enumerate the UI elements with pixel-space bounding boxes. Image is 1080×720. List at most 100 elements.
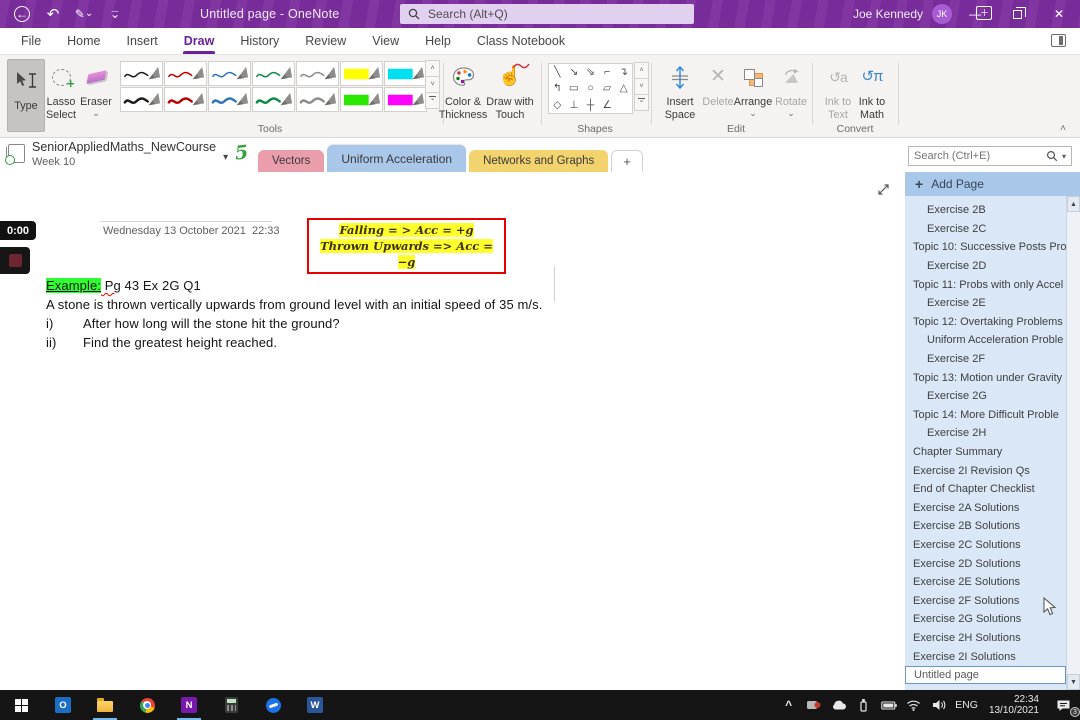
shape-triangle-icon[interactable]: △	[615, 80, 632, 96]
chevron-down-icon[interactable]	[92, 110, 100, 121]
page-item-exercise-2b-solutions[interactable]: Exercise 2B Solutions	[905, 517, 1066, 536]
undo-icon[interactable]	[45, 6, 61, 22]
page-item-exercise-2e-solutions[interactable]: Exercise 2E Solutions	[905, 573, 1066, 592]
pen-swatch-2[interactable]	[208, 61, 251, 86]
page-item-topic-13-motion-under-gravity[interactable]: Topic 13: Motion under Gravity	[905, 368, 1066, 387]
close-button[interactable]: ✕	[1038, 0, 1080, 28]
expand-icon[interactable]	[876, 182, 891, 197]
hidden-icons-chevron[interactable]	[776, 690, 801, 720]
section-tab-networks-and-graphs[interactable]: Networks and Graphs	[469, 150, 609, 172]
minimize-button[interactable]: —	[954, 0, 996, 28]
back-icon[interactable]	[14, 6, 30, 22]
pen-mode-button[interactable]	[76, 6, 92, 22]
chevron-down-icon[interactable]	[1062, 152, 1066, 161]
shape-slope-graph-icon[interactable]: ∠	[599, 97, 616, 113]
shape-cross-axes-icon[interactable]: ┼	[582, 97, 599, 113]
titlebar-search-input[interactable]	[428, 7, 686, 21]
insert-space-button[interactable]: Insert Space	[656, 60, 704, 121]
start-button[interactable]	[0, 690, 42, 720]
draw-with-touch-button[interactable]: Draw with Touch	[480, 60, 540, 121]
titlebar-search[interactable]	[400, 4, 694, 24]
gallery-down-icon[interactable]	[634, 78, 649, 95]
page-item-uniform-acceleration-proble[interactable]: Uniform Acceleration Proble	[905, 331, 1066, 350]
ink-to-math-button[interactable]: Ink to Math	[852, 60, 892, 121]
page-item-exercise-2f[interactable]: Exercise 2F	[905, 350, 1066, 369]
ink-note-box[interactable]: Falling = > Acc = +g Thrown Upwards => A…	[307, 218, 506, 274]
rotate-button[interactable]: Rotate	[772, 60, 810, 120]
eraser-button[interactable]: Eraser	[76, 60, 116, 120]
pen-swatch-7[interactable]	[120, 87, 163, 112]
tab-draw[interactable]: Draw	[171, 28, 228, 54]
scroll-down-icon[interactable]	[1067, 674, 1080, 690]
page-item-topic-12-overtaking-problems[interactable]: Topic 12: Overtaking Problems	[905, 313, 1066, 332]
shape-rectangle-icon[interactable]: ▭	[566, 80, 583, 96]
taskbar-onenote[interactable]: N	[168, 690, 210, 720]
page-item-end-of-chapter-checklist[interactable]: End of Chapter Checklist	[905, 480, 1066, 499]
page-item-exercise-2f-solutions[interactable]: Exercise 2F Solutions	[905, 591, 1066, 610]
page-item-exercise-2b[interactable]: Exercise 2B	[905, 201, 1066, 220]
shape-arrow-icon[interactable]: ↘	[566, 64, 583, 80]
page-item-exercise-2g-solutions[interactable]: Exercise 2G Solutions	[905, 610, 1066, 629]
pen-swatch-1[interactable]	[164, 61, 207, 86]
pen-swatch-9[interactable]	[208, 87, 251, 112]
restore-button[interactable]	[996, 0, 1038, 28]
shape-axes-icon[interactable]: ⊥	[566, 97, 583, 113]
highlighter-swatch-12[interactable]	[340, 87, 383, 112]
add-page-button[interactable]: Add Page	[905, 172, 1080, 196]
taskbar-calculator[interactable]	[210, 690, 252, 720]
device-tray-icon[interactable]	[801, 690, 826, 720]
highlighter-swatch-13[interactable]	[384, 87, 427, 112]
taskbar-chrome[interactable]	[126, 690, 168, 720]
pen-swatch-3[interactable]	[252, 61, 295, 86]
pen-swatch-10[interactable]	[252, 87, 295, 112]
page-item-exercise-2a-solutions[interactable]: Exercise 2A Solutions	[905, 499, 1066, 518]
pen-swatch-11[interactable]	[296, 87, 339, 112]
battery-icon[interactable]	[876, 690, 901, 720]
page-item-topic-10-successive-posts-pro[interactable]: Topic 10: Successive Posts Pro	[905, 238, 1066, 257]
page-item-topic-14-more-difficult-proble[interactable]: Topic 14: More Difficult Proble	[905, 406, 1066, 425]
shape-line-icon[interactable]: ╲	[549, 64, 566, 80]
tab-history[interactable]: History	[227, 28, 292, 54]
page-search-input[interactable]	[914, 150, 1042, 162]
pen-swatch-8[interactable]	[164, 87, 207, 112]
pen-swatch-0[interactable]	[120, 61, 163, 86]
page-item-exercise-2i-solutions[interactable]: Exercise 2I Solutions	[905, 647, 1066, 666]
page-item-exercise-2e[interactable]: Exercise 2E	[905, 294, 1066, 313]
page-item-exercise-2d[interactable]: Exercise 2D	[905, 257, 1066, 276]
page-item-chapter-summary[interactable]: Chapter Summary	[905, 443, 1066, 462]
add-section-tab[interactable]: +	[611, 150, 643, 172]
highlighter-swatch-5[interactable]	[340, 61, 383, 86]
section-tab-uniform-acceleration[interactable]: Uniform Acceleration	[327, 145, 467, 172]
page-item-exercise-2d-solutions[interactable]: Exercise 2D Solutions	[905, 554, 1066, 573]
taskbar-outlook[interactable]: O	[42, 690, 84, 720]
page-item-exercise-2i-revision-qs[interactable]: Exercise 2I Revision Qs	[905, 461, 1066, 480]
tab-insert[interactable]: Insert	[114, 28, 171, 54]
shape-diamond-icon[interactable]: ◇	[549, 97, 566, 113]
scroll-up-icon[interactable]	[1067, 196, 1080, 212]
chevron-down-icon[interactable]	[223, 152, 228, 163]
avatar[interactable]: JK	[932, 4, 952, 24]
page-item-untitled-page[interactable]: Untitled page	[905, 665, 1066, 685]
tab-review[interactable]: Review	[292, 28, 359, 54]
shape-elbow-connector-icon[interactable]: ⌐	[599, 64, 616, 80]
volume-icon[interactable]	[926, 690, 951, 720]
language-indicator[interactable]: ENG	[951, 690, 982, 720]
page-item-topic-11-probs-with-only-accel[interactable]: Topic 11: Probs with only Accel	[905, 275, 1066, 294]
wifi-icon[interactable]	[901, 690, 926, 720]
taskbar-clock[interactable]: 22:34 13/10/2021	[982, 690, 1046, 720]
page-item-exercise-2h-solutions[interactable]: Exercise 2H Solutions	[905, 629, 1066, 648]
notebook-switcher[interactable]: SeniorAppliedMaths_NewCourse Week 10 5	[5, 140, 250, 168]
shape-parallelogram-icon[interactable]: ▱	[599, 80, 616, 96]
usb-device-icon[interactable]	[851, 690, 876, 720]
sidebar-scrollbar[interactable]	[1066, 196, 1080, 690]
taskbar-file-explorer[interactable]	[84, 690, 126, 720]
shape-elbow-arrow-up-icon[interactable]: ↰	[549, 80, 566, 96]
customize-toolbar-icon[interactable]	[107, 6, 123, 22]
collapse-ribbon-icon[interactable]	[1060, 123, 1066, 134]
page-item-exercise-2g[interactable]: Exercise 2G	[905, 387, 1066, 406]
tab-view[interactable]: View	[359, 28, 412, 54]
tab-class-notebook[interactable]: Class Notebook	[464, 28, 578, 54]
tab-home[interactable]: Home	[54, 28, 113, 54]
section-tab-vectors[interactable]: Vectors	[258, 150, 325, 172]
shape-blank-icon[interactable]	[615, 97, 632, 113]
